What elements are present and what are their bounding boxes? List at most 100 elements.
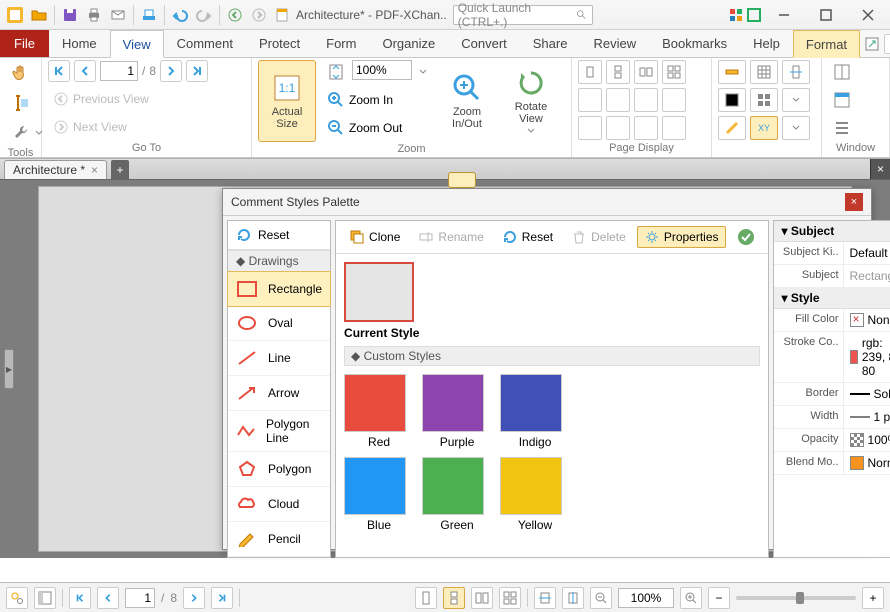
slider-thumb[interactable] [796, 592, 804, 604]
ruler-button[interactable] [718, 60, 746, 84]
zoom-dropdown[interactable] [414, 60, 432, 84]
tab-file[interactable]: File [0, 30, 49, 57]
layout-5[interactable] [578, 116, 602, 140]
facing-button[interactable] [634, 60, 658, 84]
prop-subject-kind[interactable]: Default [844, 242, 890, 264]
style-cloud[interactable]: Cloud [228, 487, 330, 522]
layout-opts-button[interactable] [34, 587, 56, 609]
layout-3[interactable] [634, 88, 658, 112]
prev-page-button[interactable] [74, 60, 96, 82]
ui-options-icon[interactable] [728, 7, 744, 23]
tab-review[interactable]: Review [580, 30, 649, 57]
zoom-input[interactable] [352, 60, 412, 80]
continuous-button[interactable] [606, 60, 630, 84]
guides-button[interactable] [782, 60, 810, 84]
fullscreen-icon[interactable] [746, 7, 762, 23]
style-pencil[interactable]: Pencil [228, 522, 330, 557]
palette-dock-handle[interactable] [448, 172, 476, 188]
tab-format[interactable]: Format [793, 30, 860, 58]
style-arrow[interactable]: Arrow [228, 376, 330, 411]
layout-8[interactable] [662, 116, 686, 140]
options-button[interactable] [6, 587, 28, 609]
next-view-button[interactable]: Next View [48, 116, 132, 138]
left-panel-handle[interactable]: ▸ [0, 180, 18, 558]
props-pane-button[interactable] [828, 88, 856, 112]
fit-page-button[interactable] [322, 60, 350, 84]
zoom-slider[interactable] [736, 596, 856, 600]
minimize-button[interactable] [764, 1, 804, 29]
prop-opacity[interactable]: 100% [844, 429, 890, 451]
rotate-view-button[interactable]: Rotate View [502, 60, 560, 142]
prop-stroke-color[interactable]: rgb: 239, 83, 80 [844, 332, 890, 382]
palette-close-button[interactable]: × [845, 193, 863, 211]
tab-form[interactable]: Form [313, 30, 369, 57]
sb-first-page[interactable] [69, 587, 91, 609]
email-icon[interactable] [107, 4, 129, 26]
open-icon[interactable] [28, 4, 50, 26]
close-all-tabs-button[interactable]: × [870, 159, 890, 179]
undo-icon[interactable] [169, 4, 191, 26]
scan-icon[interactable] [138, 4, 160, 26]
thumbnails-button[interactable] [750, 88, 778, 112]
launch-app-icon[interactable] [864, 36, 880, 52]
first-page-button[interactable] [48, 60, 70, 82]
sb-fit-page[interactable] [562, 587, 584, 609]
sb-zoom-out[interactable] [590, 587, 612, 609]
hand-tool-button[interactable] [6, 60, 36, 86]
sb-facing[interactable] [471, 587, 493, 609]
next-page-button[interactable] [160, 60, 182, 82]
sb-next-page[interactable] [183, 587, 205, 609]
prop-blend-mode[interactable]: Normal [844, 452, 890, 474]
last-page-button[interactable] [186, 60, 208, 82]
layout-6[interactable] [606, 116, 630, 140]
prop-width[interactable]: 1 pt [844, 406, 890, 428]
sb-zoom-input[interactable] [618, 588, 674, 608]
zoom-in-button[interactable]: Zoom In [322, 88, 432, 112]
tab-organize[interactable]: Organize [369, 30, 448, 57]
properties-button[interactable]: Properties [637, 226, 726, 248]
find-button[interactable]: Find.. [884, 34, 890, 54]
maximize-button[interactable] [806, 1, 846, 29]
swatch-purple[interactable]: Purple [422, 374, 492, 449]
tab-protect[interactable]: Protect [246, 30, 313, 57]
actual-size-button[interactable]: 1:1 Actual Size [258, 60, 316, 142]
prop-border[interactable]: Solid [844, 383, 890, 405]
zoom-inout-button[interactable]: Zoom In/Out [438, 60, 496, 142]
close-window-button[interactable] [848, 1, 888, 29]
print-icon[interactable] [83, 4, 105, 26]
measure-button[interactable] [718, 116, 746, 140]
redo-icon[interactable] [193, 4, 215, 26]
style-polygon[interactable]: Polygon [228, 452, 330, 487]
nav-fwd-icon[interactable] [248, 4, 270, 26]
previous-view-button[interactable]: Previous View [48, 88, 154, 110]
grid-button[interactable] [750, 60, 778, 84]
tab-convert[interactable]: Convert [448, 30, 520, 57]
zoom-out-button[interactable]: Zoom Out [322, 116, 432, 140]
document-viewport[interactable]: Comment Styles Palette × Reset ◆ Drawing… [18, 180, 872, 558]
clone-button[interactable]: Clone [342, 226, 407, 248]
sb-continuous[interactable] [443, 587, 465, 609]
close-tab-icon[interactable]: × [91, 163, 98, 177]
sb-single-page[interactable] [415, 587, 437, 609]
style-line[interactable]: Line [228, 341, 330, 376]
apply-button[interactable] [730, 225, 762, 249]
facing-cont-button[interactable] [662, 60, 686, 84]
sb-prev-page[interactable] [97, 587, 119, 609]
tab-help[interactable]: Help [740, 30, 793, 57]
xy-button[interactable]: XY [750, 116, 778, 140]
split-button[interactable] [828, 60, 856, 84]
style-rectangle[interactable]: Rectangle [227, 271, 331, 307]
more-window-button[interactable] [828, 116, 856, 140]
sb-fit-width[interactable] [534, 587, 556, 609]
tab-share[interactable]: Share [520, 30, 581, 57]
layout-1[interactable] [578, 88, 602, 112]
more-button[interactable] [782, 116, 810, 140]
swatch-yellow[interactable]: Yellow [500, 457, 570, 532]
style-polyline[interactable]: Polygon Line [228, 411, 330, 452]
text-select-button[interactable] [6, 90, 36, 116]
sb-page-input[interactable] [125, 588, 155, 608]
app-menu-icon[interactable] [4, 4, 26, 26]
single-page-button[interactable] [578, 60, 602, 84]
page-number-input[interactable] [100, 61, 138, 81]
doc-tab-architecture[interactable]: Architecture * × [4, 160, 107, 179]
